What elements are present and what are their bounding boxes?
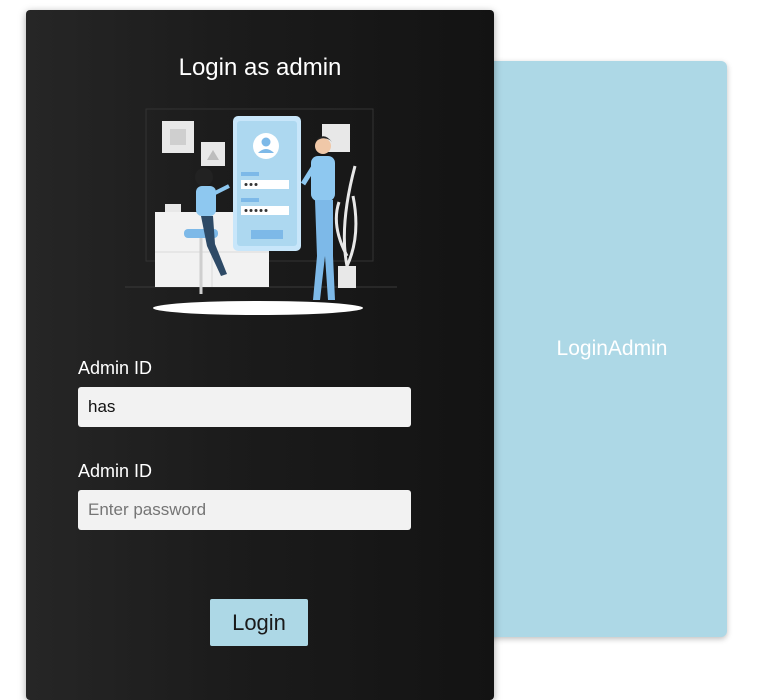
login-illustration-icon <box>125 108 397 315</box>
password-label: Admin ID <box>78 461 153 481</box>
admin-id-label: Admin ID <box>78 358 153 378</box>
page-title: Login as admin <box>178 54 342 81</box>
login-admin-panel: LoginAdmin <box>470 61 727 637</box>
login-card: Login as admin Admin ID has Admin ID Log… <box>26 10 494 700</box>
password-input[interactable] <box>78 490 411 530</box>
admin-id-input[interactable] <box>78 387 411 427</box>
login-admin-label: LoginAdmin <box>556 337 668 360</box>
login-button[interactable]: Login <box>210 599 308 646</box>
